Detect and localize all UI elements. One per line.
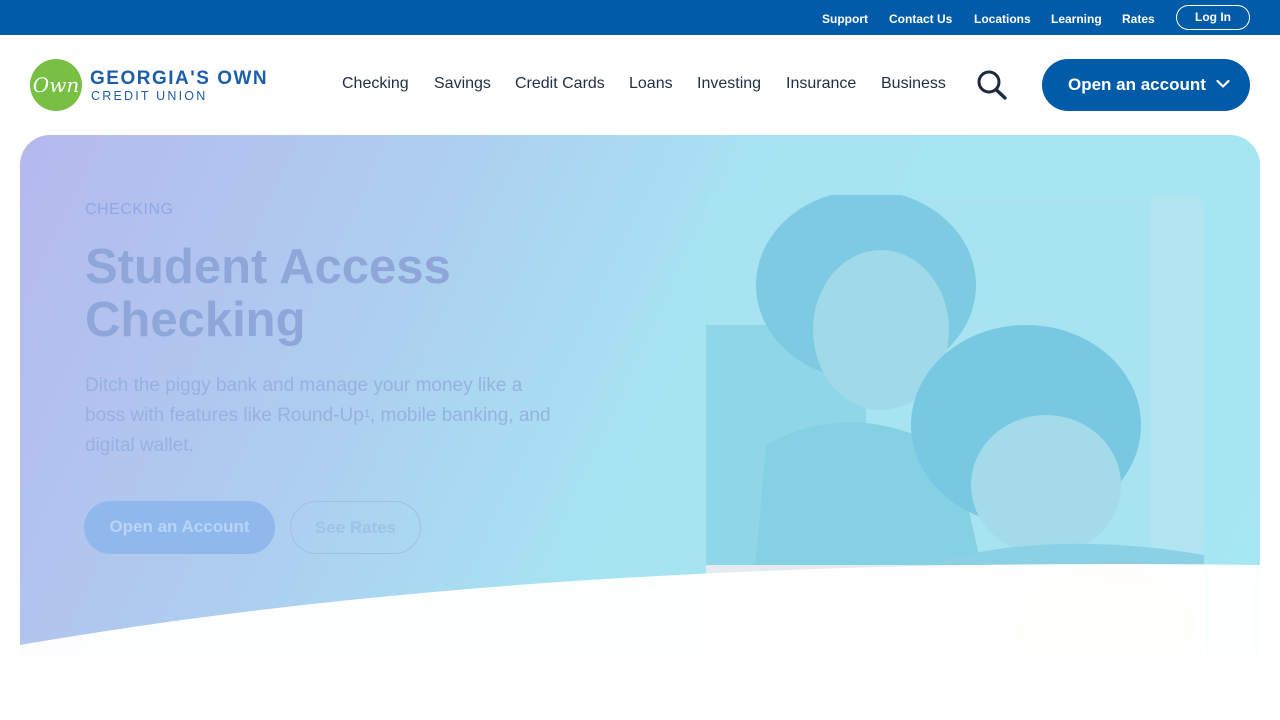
log-in-button[interactable]: Log In [1176, 5, 1250, 30]
open-account-label: Open an account [1068, 75, 1206, 94]
nav-credit-cards[interactable]: Credit Cards [515, 75, 605, 93]
logo-script-text: Own [32, 73, 80, 97]
search-icon[interactable] [974, 70, 1010, 100]
brand-name: GEORGIA'S OWN [90, 68, 269, 89]
locations-link[interactable]: Locations [974, 12, 1031, 26]
utility-bar: Support Contact Us Locations Learning Ra… [0, 0, 1280, 35]
learning-link[interactable]: Learning [1051, 12, 1102, 26]
support-link[interactable]: Support [822, 12, 868, 26]
brand-logo[interactable]: Own GEORGIA'S OWN CREDIT UNION [30, 59, 280, 111]
rates-link[interactable]: Rates [1122, 12, 1155, 26]
open-an-account-button[interactable]: Open an Account [84, 501, 275, 554]
nav-checking[interactable]: Checking [342, 75, 409, 93]
hero-banner: CHECKING Student Access Checking Ditch t… [20, 135, 1260, 655]
nav-business[interactable]: Business [881, 75, 946, 93]
open-account-dropdown-button[interactable]: Open an account [1042, 59, 1250, 111]
nav-loans[interactable]: Loans [629, 75, 673, 93]
nav-investing[interactable]: Investing [697, 75, 761, 93]
hero-eyebrow: CHECKING [85, 201, 174, 218]
nav-savings[interactable]: Savings [434, 75, 491, 93]
hero-title: Student Access Checking [85, 240, 451, 347]
hero-description: Ditch the piggy bank and manage your mon… [85, 371, 555, 461]
footnote-marker[interactable]: 1 [364, 408, 370, 420]
see-rates-button[interactable]: See Rates [290, 501, 421, 554]
contact-us-link[interactable]: Contact Us [889, 12, 952, 26]
brand-subtitle: CREDIT UNION [91, 89, 208, 103]
chevron-down-icon [1216, 79, 1230, 88]
nav-insurance[interactable]: Insurance [786, 75, 856, 93]
main-header: Own GEORGIA'S OWN CREDIT UNION Checking … [0, 35, 1280, 135]
